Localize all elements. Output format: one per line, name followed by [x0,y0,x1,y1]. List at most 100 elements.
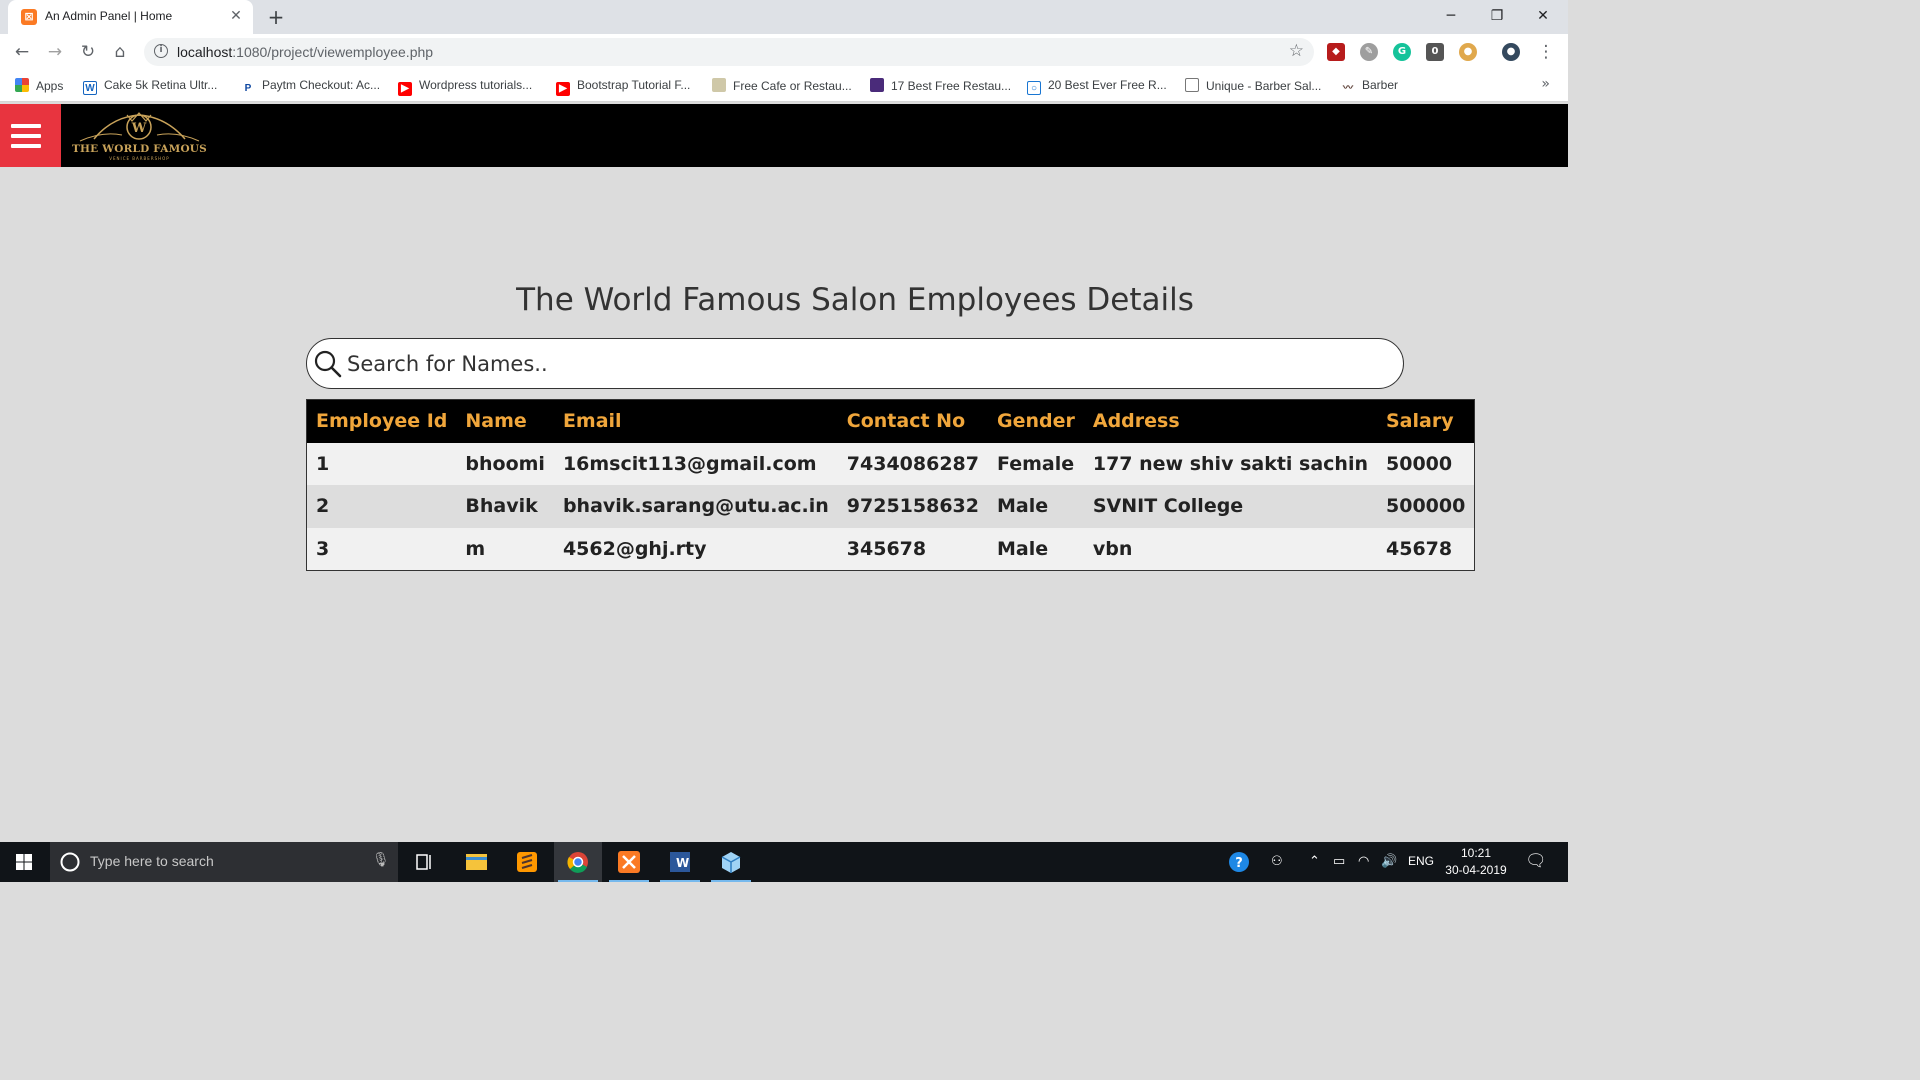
close-tab-icon[interactable]: ✕ [228,8,244,24]
close-window-icon[interactable]: ✕ [1528,5,1558,27]
clock-time: 10:21 [1460,846,1492,860]
shield-extension-icon[interactable]: ◆ [1327,43,1345,61]
search-box[interactable] [306,338,1404,389]
file-explorer-icon [466,854,487,870]
bookmark-item[interactable]: Apps [15,78,63,93]
cell-address: vbn [1083,527,1377,570]
taskbar-search[interactable]: Type here to search 🎙 [50,842,398,882]
bookmark-item[interactable]: 17 Best Free Restau... [870,78,1011,93]
cell-contact: 9725158632 [837,485,988,528]
cell-salary: 50000 [1377,442,1475,485]
wifi-icon[interactable]: ◠ [1358,853,1369,869]
cake-icon: W [83,81,97,95]
new-tab-icon[interactable]: + [265,6,287,28]
action-center-icon[interactable]: 🗨 [1525,851,1547,871]
bookmark-item[interactable]: P Paytm Checkout: Ac... [241,78,380,96]
site-info-icon[interactable]: i [154,44,168,58]
table-header-row: Employee Id Name Email Contact No Gender… [306,399,1475,443]
grammarly-icon[interactable]: G [1393,43,1411,61]
browser-toolbar: ← → ↻ ⌂ i localhost:1080/project/viewemp… [0,34,1568,70]
task-view-button[interactable] [400,842,448,882]
crest-icon: W [79,112,200,142]
menu-bar-icon [11,124,41,128]
document-icon [1185,78,1199,92]
mustache-icon: 〰 [1341,82,1355,96]
running-indicator [660,880,700,882]
cell-employee-id: 2 [306,485,457,528]
bookmarks-overflow-icon[interactable]: » [1541,76,1550,92]
volume-icon[interactable]: 🔊 [1381,853,1397,869]
url-path: :1080/project/viewemployee.php [232,44,434,60]
restore-icon[interactable]: ❐ [1482,5,1512,27]
bookmark-item[interactable]: ▶ Bootstrap Tutorial F... [556,78,690,96]
col-header-name: Name [456,399,554,443]
cell-email: 16mscit113@gmail.com [553,442,838,485]
show-hidden-icons-icon[interactable]: ⌃ [1309,853,1320,869]
tab-title: An Admin Panel | Home [45,9,173,23]
bookmark-item[interactable]: ▶ Wordpress tutorials... [398,78,532,96]
back-icon[interactable]: ← [11,41,33,63]
battery-icon[interactable]: ▭ [1333,853,1345,869]
taskbar-3d-app[interactable] [707,842,755,882]
home-icon[interactable]: ⌂ [109,41,131,63]
start-button[interactable] [0,842,48,882]
col-header-email: Email [553,399,838,443]
xampp-icon [618,851,640,873]
cell-salary: 45678 [1377,527,1475,570]
chrome-menu-icon[interactable]: ⋮ [1535,41,1557,63]
url-host: localhost [177,44,233,60]
table-row: 3 m 4562@ghj.rty 345678 Male vbn 45678 [306,527,1475,570]
apps-grid-icon [15,78,29,92]
col-header-gender: Gender [987,399,1084,443]
cell-address: SVNIT College [1083,485,1377,528]
word-icon: W [670,852,690,872]
minimize-icon[interactable]: ─ [1436,5,1466,27]
hamburger-menu-button[interactable] [0,104,61,167]
address-bar[interactable]: i localhost:1080/project/viewemployee.ph… [144,38,1314,66]
menu-bar-icon [11,144,41,148]
microphone-icon[interactable]: 🎙 [372,852,390,868]
cell-name: Bhavik [456,485,554,528]
bookmark-star-icon[interactable]: ☆ [1289,41,1304,61]
paytm-icon: P [241,82,255,96]
cube-app-icon [721,852,741,873]
forward-icon[interactable]: → [44,41,66,63]
taskbar-word[interactable]: W [656,842,704,882]
address-url[interactable]: localhost:1080/project/viewemployee.php [177,44,433,60]
tool-extension-icon[interactable]: ✎ [1360,43,1378,61]
taskbar-xampp[interactable] [605,842,653,882]
bookmark-item[interactable]: 〰 Barber [1341,78,1398,96]
col-header-employee-id: Employee Id [306,399,457,443]
language-indicator[interactable]: ENG [1408,854,1434,868]
bookmark-item[interactable]: W Cake 5k Retina Ultr... [83,78,217,95]
help-icon[interactable]: ? [1228,851,1250,876]
youtube-icon: ▶ [556,82,570,96]
table-row: 1 bhoomi 16mscit113@gmail.com 7434086287… [306,442,1475,485]
extension-badge-icon[interactable]: 0 [1426,43,1444,61]
people-icon[interactable]: ⚇ [1271,853,1283,869]
taskbar-search-placeholder: Type here to search [90,853,214,869]
bookmark-page-icon: ○ [1027,81,1041,95]
taskbar-file-explorer[interactable] [452,842,500,882]
bookmark-item[interactable]: Unique - Barber Sal... [1185,78,1321,93]
browser-tab-active[interactable]: ⊠ An Admin Panel | Home ✕ [8,0,253,34]
reload-icon[interactable]: ↻ [77,41,99,63]
bookmark-item[interactable]: Free Cafe or Restau... [712,78,852,93]
cell-email: 4562@ghj.rty [553,527,838,570]
task-view-icon [416,854,431,870]
xampp-favicon-icon: ⊠ [21,9,37,25]
search-input[interactable] [347,345,1387,383]
col-header-contact: Contact No [837,399,988,443]
site-logo[interactable]: W THE WORLD FAMOUS VENICE BARBERSHOP [72,109,207,163]
taskbar-chrome[interactable] [554,842,602,882]
cookie-extension-icon[interactable]: ● [1459,43,1477,61]
profile-avatar-icon[interactable]: ● [1502,43,1520,61]
taskbar-clock[interactable]: 10:21 30-04-2019 [1440,845,1512,879]
cell-address: 177 new shiv sakti sachin [1083,442,1377,485]
help-circle-icon: ? [1229,852,1249,872]
bookmark-item[interactable]: ○ 20 Best Ever Free R... [1027,78,1167,95]
browser-tabstrip: ⊠ An Admin Panel | Home ✕ + ─ ❐ ✕ [0,0,1568,34]
search-icon [314,350,342,378]
taskbar-sublime[interactable] [503,842,551,882]
cell-contact: 345678 [837,527,988,570]
